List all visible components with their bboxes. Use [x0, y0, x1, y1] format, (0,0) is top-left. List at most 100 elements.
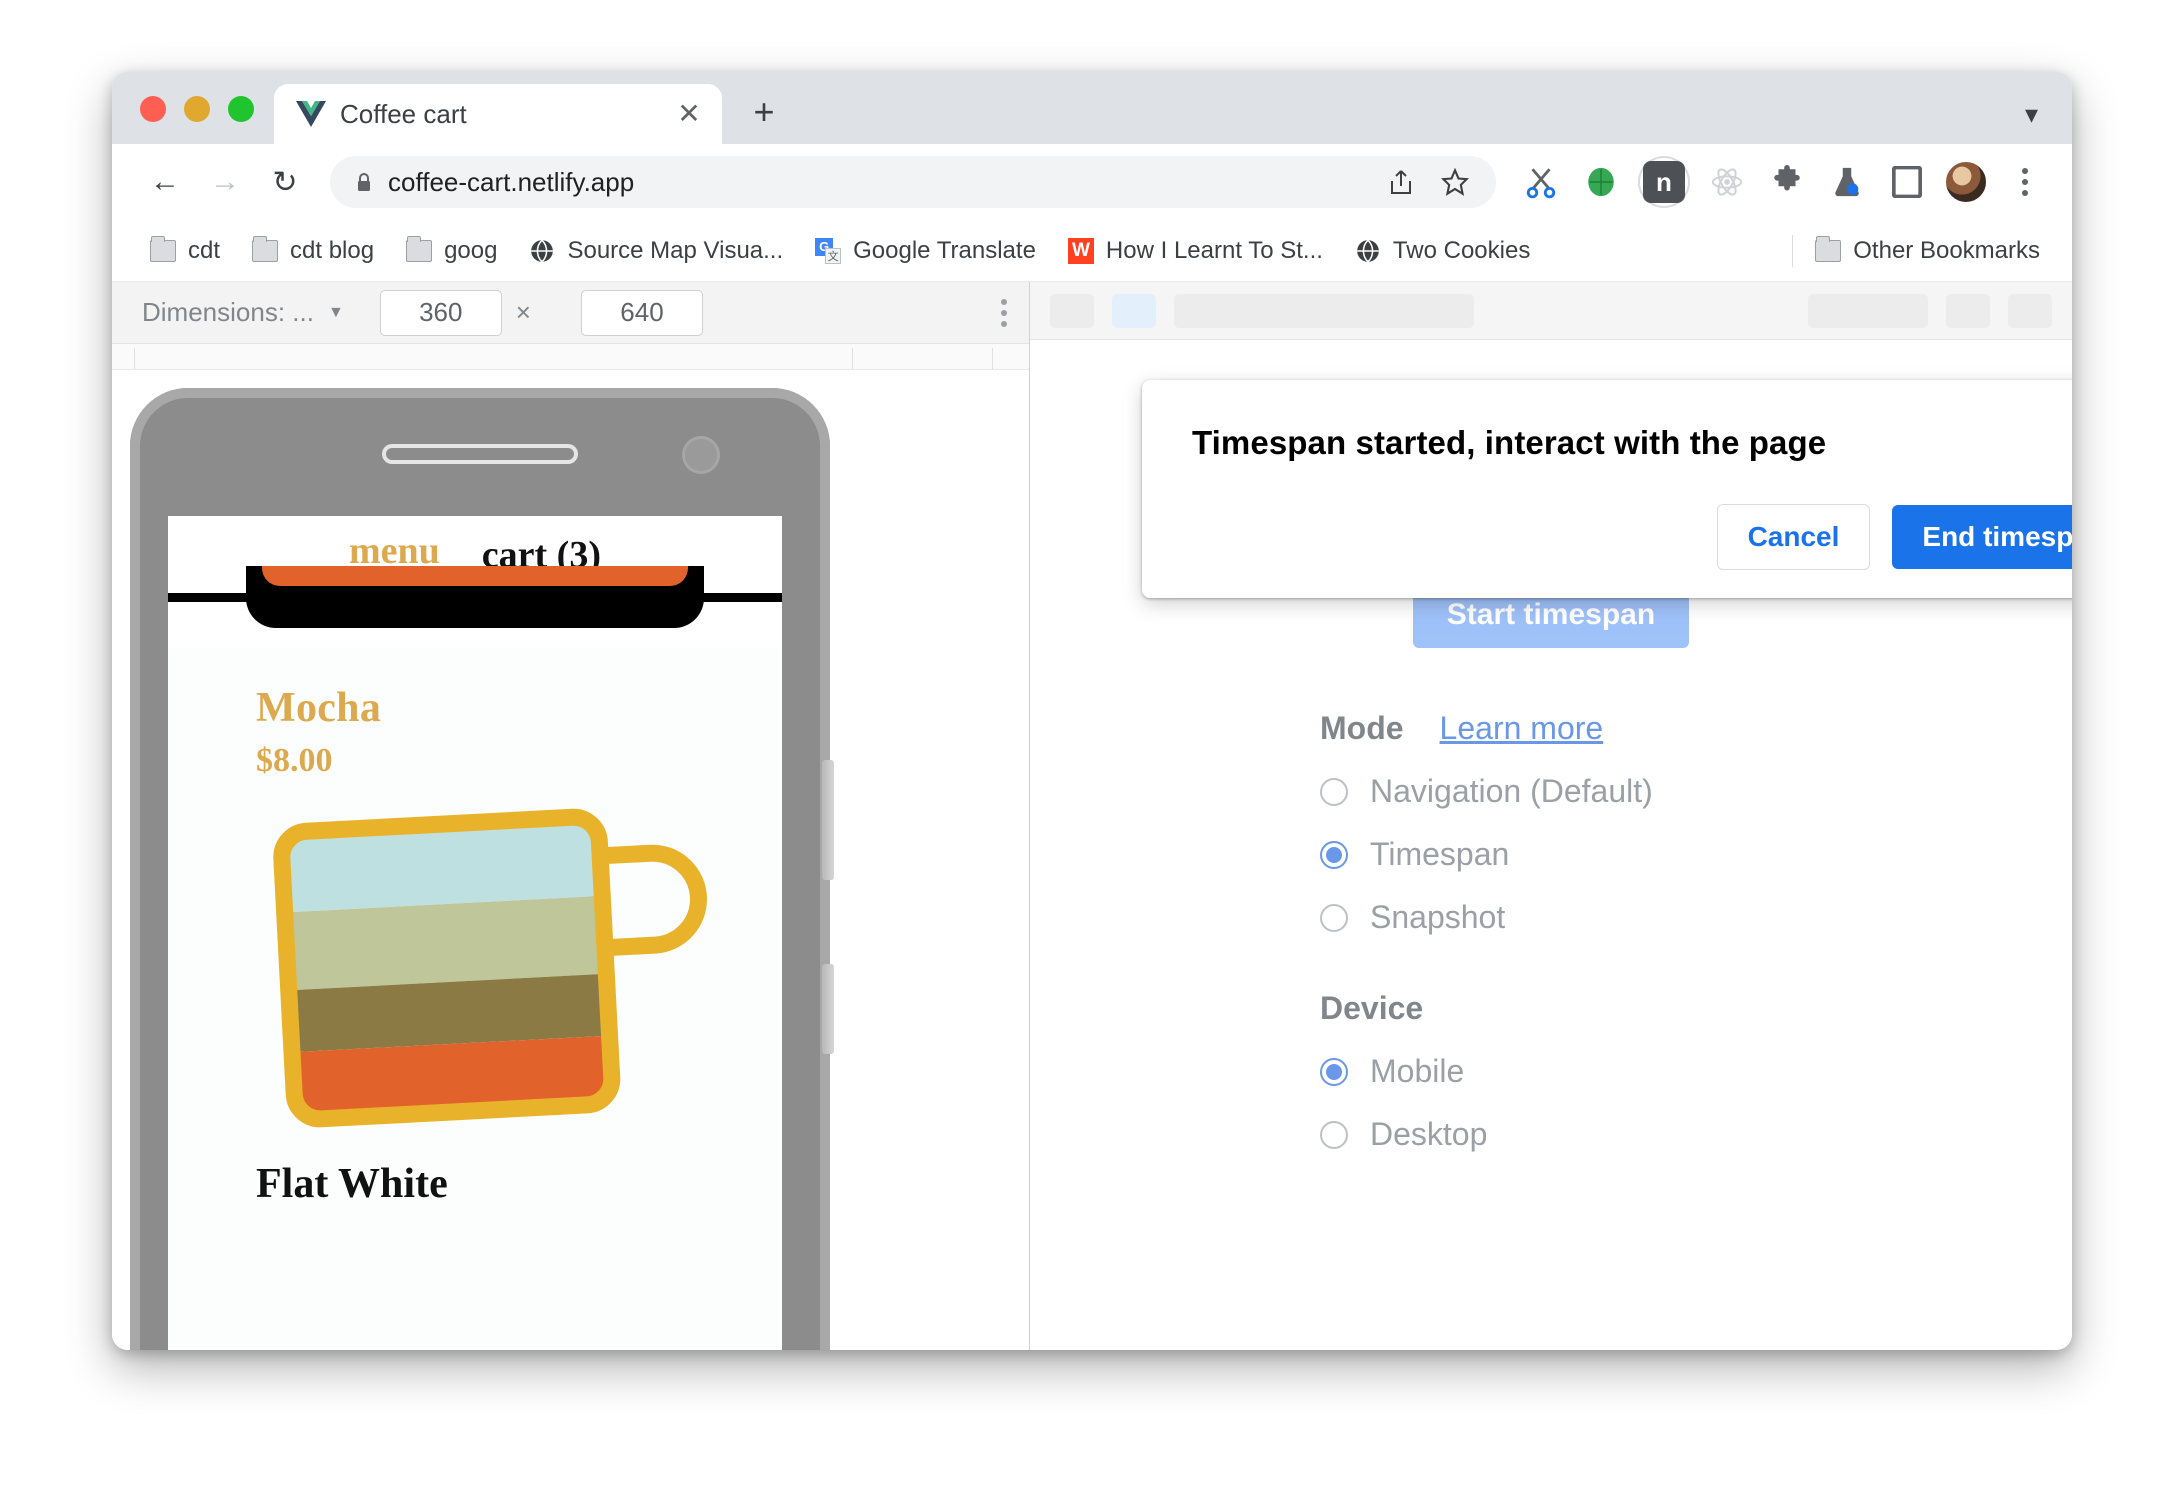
folder-icon: [1815, 235, 1842, 262]
bookmark-item[interactable]: goog: [394, 231, 509, 271]
cancel-button[interactable]: Cancel: [1716, 504, 1871, 570]
screenshot-root: Coffee cart ✕ + ▾ ← → ↻ coffee-cart.netl…: [0, 0, 2180, 1496]
new-tab-button[interactable]: +: [738, 86, 790, 138]
chevron-down-icon[interactable]: ▾: [2025, 99, 2038, 130]
phone-speaker: [382, 444, 578, 464]
map-extension-icon[interactable]: [1578, 159, 1624, 205]
vue-logo-icon: [296, 101, 326, 127]
devtools-toolbar-item[interactable]: [1946, 293, 1990, 328]
radio-icon[interactable]: [1320, 777, 1348, 806]
browser-toolbar: ← → ↻ coffee-cart.netlify.app n: [112, 144, 2072, 220]
browser-tab[interactable]: Coffee cart ✕: [274, 84, 722, 144]
n-extension-icon[interactable]: n: [1638, 156, 1690, 208]
device-legend: Device: [1320, 990, 1424, 1026]
mode-option-timespan[interactable]: Timespan: [1320, 836, 2072, 873]
dialog-title: Timespan started, interact with the page: [1192, 424, 1827, 461]
previous-product-cup: [168, 566, 782, 648]
width-input[interactable]: 360: [379, 289, 502, 336]
device-emulation-pane: Dimensions: ... ▼ 360 × 640 menu cart (3…: [112, 282, 1030, 1350]
device-toolbar: Dimensions: ... ▼ 360 × 640: [112, 282, 1029, 344]
folder-icon: [406, 235, 433, 262]
device-option-desktop[interactable]: Desktop: [1320, 1116, 2072, 1153]
kebab-menu-icon[interactable]: [1001, 298, 1007, 327]
phone-volume-button: [822, 760, 834, 880]
other-bookmarks-item[interactable]: Other Bookmarks: [1770, 229, 2052, 273]
w-site-icon: W: [1067, 237, 1094, 264]
bookmarks-bar: cdt cdt blog goog Source Map Visua... G文: [112, 220, 2072, 282]
device-option-label: Mobile: [1370, 1053, 1465, 1089]
learn-more-link[interactable]: Learn more: [1440, 710, 1604, 747]
emulated-page: menu cart (3) Mocha $8.00 Flat White: [168, 516, 782, 1350]
mode-option-navigation[interactable]: Navigation (Default): [1320, 773, 2072, 810]
cup-layer-label: whipped cream: [708, 850, 782, 886]
emulated-viewport: menu cart (3) Mocha $8.00 Flat White: [112, 370, 1029, 1350]
device-option-mobile[interactable]: Mobile: [1320, 1053, 2072, 1090]
devtools-toolbar: [1030, 282, 2072, 340]
coffee-cup-illustration[interactable]: whipped cream steamed milk chocolate syr…: [248, 802, 708, 1142]
star-icon[interactable]: [1436, 163, 1474, 201]
url-text: coffee-cart.netlify.app: [388, 166, 635, 197]
devtools-toolbar-item[interactable]: [1050, 293, 1094, 328]
mode-option-snapshot[interactable]: Snapshot: [1320, 899, 2072, 936]
mode-option-label: Timespan: [1370, 836, 1510, 872]
bookmark-item[interactable]: cdt blog: [240, 231, 386, 271]
avatar[interactable]: [1944, 160, 1988, 204]
radio-icon[interactable]: [1320, 840, 1348, 869]
window-zoom-button[interactable]: [228, 96, 254, 122]
devtools-toolbar-item[interactable]: [1808, 293, 1928, 328]
devtools-toolbar-item[interactable]: [1174, 293, 1474, 328]
radio-icon[interactable]: [1320, 1057, 1348, 1086]
mode-header: Mode Learn more: [1320, 710, 2072, 747]
bookmark-item[interactable]: cdt: [138, 231, 232, 271]
device-option-label: Desktop: [1370, 1116, 1488, 1152]
close-icon[interactable]: ✕: [672, 97, 706, 131]
puzzle-extensions-icon[interactable]: [1764, 159, 1810, 205]
phone-frame: menu cart (3) Mocha $8.00 Flat White: [130, 388, 834, 1350]
devtools-toolbar-item[interactable]: [2008, 293, 2052, 328]
arrow-left-icon[interactable]: ←: [138, 155, 192, 209]
radio-icon[interactable]: [1320, 903, 1348, 932]
bookmark-item[interactable]: Source Map Visua...: [517, 231, 795, 271]
reload-icon[interactable]: ↻: [258, 155, 312, 209]
height-input[interactable]: 640: [580, 289, 703, 336]
product-price: $8.00: [256, 742, 333, 779]
phone-power-button: [822, 964, 834, 1054]
scissors-icon[interactable]: [1518, 159, 1564, 205]
arrow-right-icon[interactable]: →: [198, 155, 252, 209]
bookmark-item[interactable]: W How I Learnt To St...: [1056, 231, 1335, 271]
bookmark-label: Google Translate: [853, 236, 1036, 264]
side-panel-icon[interactable]: [1884, 159, 1930, 205]
address-bar[interactable]: coffee-cart.netlify.app: [330, 156, 1496, 208]
bookmark-label: Source Map Visua...: [567, 236, 784, 264]
flask-extension-icon[interactable]: [1824, 159, 1870, 205]
window-minimize-button[interactable]: [184, 96, 210, 122]
extension-toolbar: n: [1518, 156, 2048, 208]
kebab-menu-icon[interactable]: [2002, 159, 2048, 205]
bookmark-label: cdt blog: [290, 236, 375, 264]
tab-strip: Coffee cart ✕ + ▾: [112, 72, 2072, 144]
share-icon[interactable]: [1382, 163, 1420, 201]
react-devtools-icon[interactable]: [1704, 159, 1750, 205]
bookmark-label: How I Learnt To St...: [1105, 236, 1323, 264]
cup-layer-label: chocolate syrup: [708, 995, 782, 1031]
radio-icon[interactable]: [1320, 1120, 1348, 1149]
folder-icon: [252, 235, 279, 262]
dimensions-dropdown-label[interactable]: Dimensions: ...: [142, 297, 314, 328]
bookmark-label: goog: [444, 236, 498, 264]
globe-icon: [1357, 239, 1379, 262]
window-traffic-lights: [112, 96, 274, 144]
devtools-toolbar-item[interactable]: [1112, 293, 1156, 328]
mode-legend: Mode: [1320, 710, 1404, 746]
dimension-separator: ×: [515, 297, 531, 327]
emulation-ruler: [112, 344, 1029, 370]
bookmark-item[interactable]: Two Cookies: [1343, 231, 1542, 271]
cup-layer-label: steamed milk: [708, 928, 782, 964]
lighthouse-settings: Mode Learn more Navigation (Default) Tim…: [1030, 648, 2072, 1153]
end-timespan-button[interactable]: End timespan: [1892, 505, 2072, 569]
chevron-down-icon[interactable]: ▼: [328, 304, 344, 322]
bookmark-label: cdt: [188, 236, 221, 264]
folder-icon: [150, 235, 176, 262]
bookmark-item[interactable]: G文 Google Translate: [803, 231, 1048, 271]
window-close-button[interactable]: [140, 96, 166, 122]
other-bookmarks-label: Other Bookmarks: [1853, 236, 2040, 264]
